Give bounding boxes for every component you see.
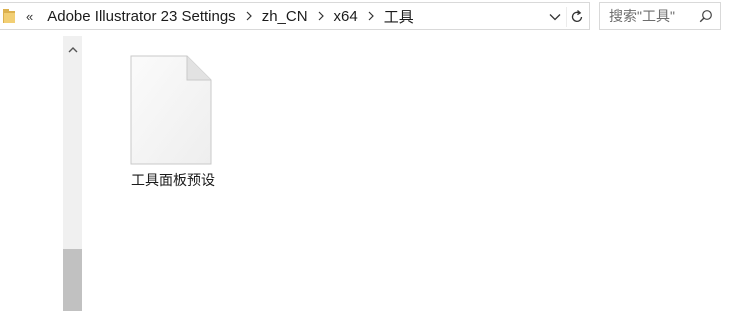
- chevron-right-icon[interactable]: [238, 3, 260, 29]
- breadcrumb-overflow-button[interactable]: «: [24, 9, 35, 24]
- breadcrumb-item-zh-cn[interactable]: zh_CN: [260, 8, 310, 25]
- chevron-up-icon: [68, 46, 77, 52]
- breadcrumb-item-x64[interactable]: x64: [332, 8, 360, 25]
- document-icon: [130, 55, 212, 165]
- scroll-up-button[interactable]: [63, 36, 82, 62]
- chevron-down-icon: [549, 14, 561, 21]
- chevron-right-icon[interactable]: [360, 3, 382, 29]
- file-name-label: 工具面板预设: [131, 173, 215, 189]
- search-box: [599, 2, 721, 30]
- breadcrumb-item-ai-settings[interactable]: Adobe Illustrator 23 Settings: [45, 8, 237, 25]
- refresh-button[interactable]: [566, 7, 587, 27]
- file-item[interactable]: 工具面板预设: [118, 52, 228, 197]
- breadcrumb-item-tools[interactable]: 工具: [382, 6, 416, 27]
- search-icon[interactable]: [699, 9, 713, 23]
- refresh-icon: [571, 10, 583, 22]
- scroll-thumb[interactable]: [63, 249, 82, 311]
- address-bar[interactable]: « Adobe Illustrator 23 Settings zh_CN x6…: [0, 2, 590, 30]
- chevron-right-icon[interactable]: [310, 3, 332, 29]
- breadcrumb: « Adobe Illustrator 23 Settings zh_CN x6…: [24, 3, 416, 29]
- address-history-button[interactable]: [546, 8, 564, 26]
- folder-icon: [3, 9, 15, 23]
- explorer-window: « Adobe Illustrator 23 Settings zh_CN x6…: [0, 0, 730, 311]
- nav-scrollbar[interactable]: [63, 36, 82, 311]
- search-input[interactable]: [600, 3, 698, 29]
